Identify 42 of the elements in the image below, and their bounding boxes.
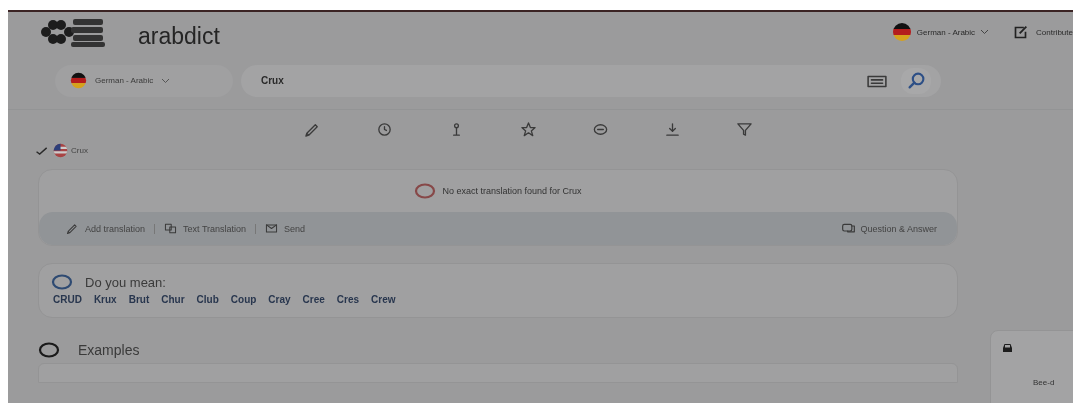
flag-icon — [70, 72, 87, 89]
edit-icon — [1013, 24, 1029, 40]
flag-icon — [53, 143, 68, 158]
suggestion-link[interactable]: Cres — [336, 294, 360, 305]
history-word[interactable]: Crux — [71, 146, 88, 155]
flag-icon — [891, 22, 912, 42]
contribute-button[interactable]: Contribute — [1013, 24, 1073, 40]
caret-icon — [980, 29, 990, 35]
suggestion-link[interactable]: Krux — [93, 294, 117, 305]
circle-icon — [414, 183, 437, 199]
suggestion-link[interactable]: Club — [196, 294, 219, 305]
language-menu[interactable]: German - Arabic — [891, 22, 990, 42]
suggestion-link[interactable]: Cray — [268, 294, 291, 305]
result-message: No exact translation found for Crux — [442, 186, 582, 196]
filter-icon — [735, 120, 753, 138]
translate-icon — [164, 222, 178, 235]
action-link[interactable]: Send — [265, 222, 306, 235]
history-icon — [375, 120, 393, 138]
suggestion-link[interactable]: Coup — [230, 294, 257, 305]
language-select[interactable]: German - Arabic — [55, 64, 233, 97]
mail-icon — [265, 222, 279, 235]
circle-icon — [38, 342, 60, 358]
action-link[interactable]: Text Translation — [164, 222, 247, 235]
suggestions-title: Do you mean: — [85, 274, 166, 290]
circle-icon — [51, 274, 73, 290]
caret-icon — [161, 77, 171, 84]
suggestion-link[interactable]: Brut — [128, 294, 150, 305]
suggestion-link[interactable]: CRUD — [53, 294, 82, 305]
action-link[interactable]: Add translation — [66, 222, 146, 235]
side-panel-text: Bee-d — [1033, 378, 1056, 387]
logo[interactable]: arabdict — [40, 16, 220, 48]
suggestion-link[interactable]: Crew — [371, 294, 396, 305]
pencil-icon — [66, 222, 79, 235]
search-icon — [906, 71, 926, 90]
question-answer-link[interactable]: Question & Answer — [841, 221, 937, 236]
download-icon — [663, 120, 681, 138]
search-field[interactable]: Crux — [241, 64, 941, 97]
star-icon — [519, 120, 537, 138]
suggestion-link[interactable]: Cree — [302, 294, 325, 305]
star-button[interactable] — [518, 119, 538, 139]
examples-title: Examples — [78, 342, 140, 358]
suggestion-link[interactable]: Chur — [161, 294, 185, 305]
